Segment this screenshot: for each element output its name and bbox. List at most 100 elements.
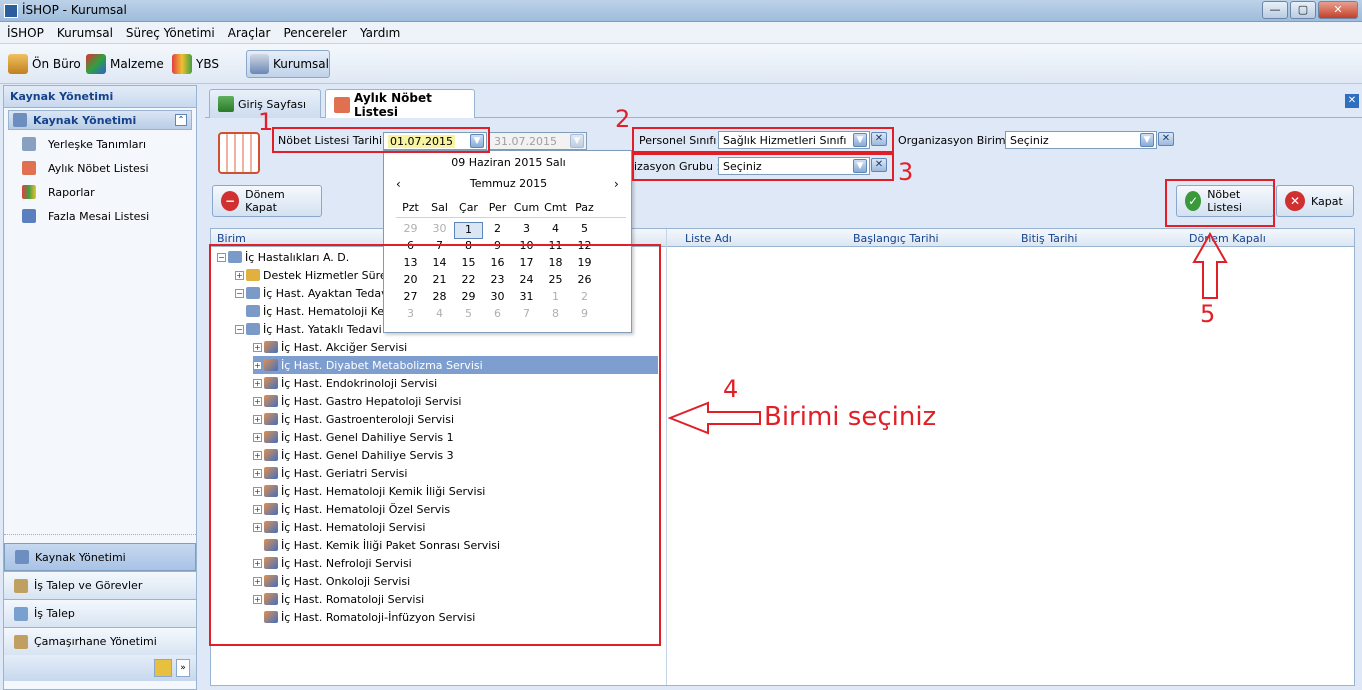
toolbar-kurumsal-button[interactable]: Kurumsal xyxy=(246,50,330,78)
minimize-button[interactable]: — xyxy=(1262,1,1288,19)
nav-label: İş Talep xyxy=(34,607,75,620)
material-icon xyxy=(86,54,106,74)
weekday: Cmt xyxy=(544,201,567,214)
menu-yardim[interactable]: Yardım xyxy=(353,22,406,40)
calendar-day[interactable]: 2 xyxy=(483,222,512,239)
annotation-box-button xyxy=(1165,179,1275,227)
weekday: Pzt xyxy=(402,201,419,214)
overtime-icon xyxy=(22,209,36,223)
nav-label: İş Talep ve Görevler xyxy=(34,579,143,592)
close-icon: ✕ xyxy=(1285,191,1305,211)
kapat-button[interactable]: ✕ Kapat xyxy=(1276,185,1354,217)
calendar-week: 29 30 1 2 3 4 5 xyxy=(396,222,626,239)
weekday: Sal xyxy=(431,201,448,214)
toolbar-label: Kurumsal xyxy=(272,57,329,71)
annotation-box-tree xyxy=(209,244,661,646)
annotation-arrow-up xyxy=(1192,232,1228,299)
tab-strip: Giriş Sayfası Aylık Nöbet Listesi ✕ xyxy=(205,86,1362,119)
org-unit-value: Seçiniz xyxy=(1010,133,1049,147)
menu-ishop[interactable]: İSHOP xyxy=(0,22,50,40)
calendar-day[interactable]: 3 xyxy=(512,222,541,239)
tab-label: Aylık Nöbet Listesi xyxy=(354,90,432,119)
nav-camasirhane[interactable]: Çamaşırhane Yönetimi xyxy=(4,627,196,655)
org-unit-label: Organizasyon Birimi : xyxy=(898,134,1016,147)
sidebar-header: Kaynak Yönetimi xyxy=(4,86,196,108)
tools-icon[interactable] xyxy=(154,659,172,677)
nav-label: Kaynak Yönetimi xyxy=(35,550,126,564)
button-label: Dönem Kapat xyxy=(245,188,285,214)
menu-pencereler[interactable]: Pencereler xyxy=(276,22,352,40)
toolbar-label: YBS xyxy=(196,57,219,71)
calendar-day[interactable]: 1 xyxy=(454,222,483,239)
sidebar-group-kaynak[interactable]: Kaynak Yönetimi ⌃ xyxy=(8,110,192,130)
calendar-month: Temmuz 2015 xyxy=(469,177,548,190)
close-tab-icon[interactable]: ✕ xyxy=(1345,94,1359,108)
menu-kurumsal[interactable]: Kurumsal xyxy=(50,22,119,40)
annotation-arrow-left xyxy=(668,401,761,435)
weekday: Cum xyxy=(513,201,540,214)
laundry-icon xyxy=(14,634,28,649)
column-baslangic[interactable]: Başlangıç Tarihi xyxy=(853,232,939,245)
app-icon xyxy=(4,4,18,18)
annotation-3: 3 xyxy=(898,158,914,186)
menu-araclar[interactable]: Araçlar xyxy=(221,22,277,40)
date-to-value: 31.07.2015 xyxy=(494,134,557,148)
corporate-icon xyxy=(250,54,269,74)
nav-is-talep[interactable]: İş Talep xyxy=(4,599,196,627)
sidebar-item-raporlar[interactable]: Raporlar xyxy=(4,180,196,204)
sidebar-item-label: Aylık Nöbet Listesi xyxy=(48,161,149,175)
menu-surec[interactable]: Süreç Yönetimi xyxy=(119,22,221,40)
calendar-day[interactable]: 29 xyxy=(396,222,425,239)
annotation-box-date xyxy=(272,127,490,153)
calendar-day[interactable]: 4 xyxy=(541,222,570,239)
chevron-down-icon[interactable]: ▼ xyxy=(1140,133,1154,147)
toolbar-label: Malzeme xyxy=(110,57,164,71)
sidebar: Kaynak Yönetimi Kaynak Yönetimi ⌃ Yerleş… xyxy=(3,85,197,690)
toolbar-malzeme-button[interactable]: Malzeme xyxy=(86,52,164,76)
weekday: Çar xyxy=(459,201,478,214)
window-title: İSHOP - Kurumsal xyxy=(22,3,127,17)
calendar-today[interactable]: 09 Haziran 2015 Salı xyxy=(384,156,633,169)
toolbar-label: Ön Büro xyxy=(32,57,81,71)
toolbar-ybs-button[interactable]: YBS xyxy=(172,52,219,76)
collapse-icon[interactable]: ⌃ xyxy=(175,114,187,126)
sidebar-footer: » xyxy=(4,655,196,681)
chevron-down-icon[interactable]: ▼ xyxy=(570,134,584,148)
annotation-hint: Birimi seçiniz xyxy=(764,402,937,432)
clear-org-unit-button[interactable]: ✕ xyxy=(1158,132,1174,146)
sidebar-item-label: Yerleşke Tanımları xyxy=(48,137,147,151)
donem-kapat-button[interactable]: − Dönem Kapat xyxy=(212,185,322,217)
calendar-next-button[interactable]: › xyxy=(614,177,619,191)
column-liste-adi[interactable]: Liste Adı xyxy=(685,232,732,245)
tab-aylik-nobet-listesi[interactable]: Aylık Nöbet Listesi xyxy=(325,89,475,119)
button-label: Kapat xyxy=(1311,194,1343,208)
calendar-day[interactable]: 30 xyxy=(425,222,454,239)
column-bitis[interactable]: Bitiş Tarihi xyxy=(1021,232,1077,245)
title-bar: İSHOP - Kurumsal — ▢ ✕ xyxy=(0,0,1362,22)
sidebar-bottom-nav: Kaynak Yönetimi İş Talep ve Görevler İş … xyxy=(4,543,196,681)
nav-is-talep-gorevler[interactable]: İş Talep ve Görevler xyxy=(4,571,196,599)
grid-divider xyxy=(666,229,667,685)
sidebar-item-nobet[interactable]: Aylık Nöbet Listesi xyxy=(4,156,196,180)
stop-icon: − xyxy=(221,191,240,211)
request-icon xyxy=(14,606,28,621)
calendar-icon xyxy=(22,161,36,175)
calendar-icon xyxy=(334,96,350,113)
expand-more-icon[interactable]: » xyxy=(176,659,190,677)
sidebar-splitter[interactable] xyxy=(4,534,196,538)
close-window-button[interactable]: ✕ xyxy=(1318,1,1358,19)
annotation-5: 5 xyxy=(1200,300,1216,328)
home-icon xyxy=(218,96,234,112)
sidebar-item-yerleske[interactable]: Yerleşke Tanımları xyxy=(4,132,196,156)
annotation-box-personel xyxy=(632,127,894,153)
calendar-day[interactable]: 5 xyxy=(570,222,599,239)
weekday: Paz xyxy=(575,201,594,214)
nav-kaynak-yonetimi[interactable]: Kaynak Yönetimi xyxy=(4,543,196,571)
maximize-button[interactable]: ▢ xyxy=(1290,1,1316,19)
sidebar-item-fazla-mesai[interactable]: Fazla Mesai Listesi xyxy=(4,204,196,228)
sidebar-item-label: Fazla Mesai Listesi xyxy=(48,209,150,223)
toolbar-on-buro-button[interactable]: Ön Büro xyxy=(8,52,81,76)
sidebar-group-label: Kaynak Yönetimi xyxy=(33,113,137,127)
org-unit-select[interactable]: Seçiniz ▼ xyxy=(1005,131,1157,149)
date-to-input[interactable]: 31.07.2015 ▼ xyxy=(489,132,587,150)
